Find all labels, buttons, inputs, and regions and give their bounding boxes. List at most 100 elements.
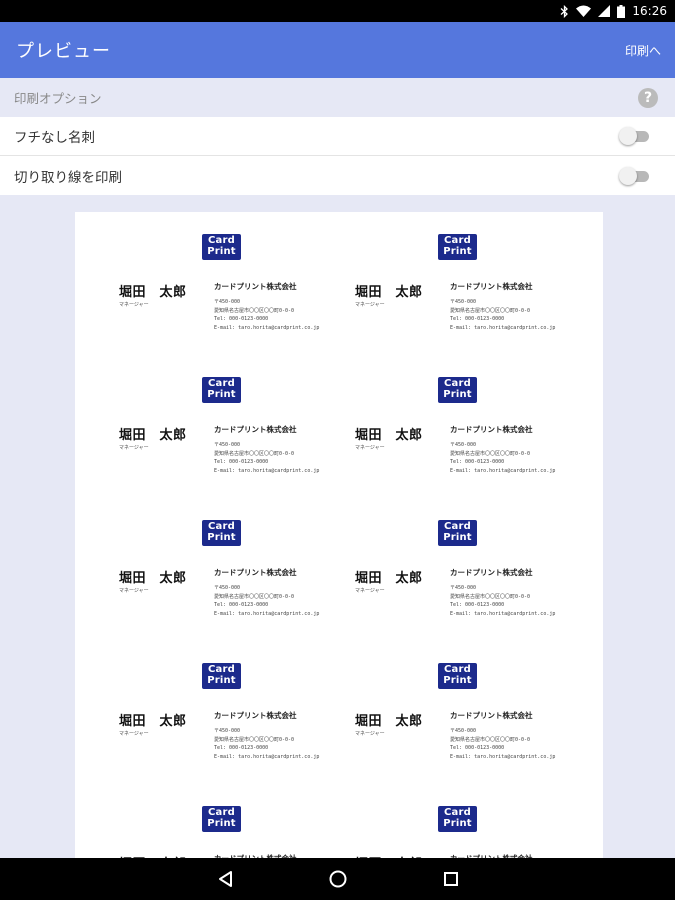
- print-paper-preview: Card Print 堀田 太郎 マネージャー カードプリント株式会社 〒450…: [75, 212, 603, 858]
- logo-text-line2: Print: [443, 246, 472, 257]
- logo-text-line1: Card: [208, 378, 235, 389]
- option-row-cut-lines[interactable]: 切り取り線を印刷: [0, 156, 675, 195]
- card-company-name: カードプリント株式会社: [214, 568, 297, 577]
- card-person-title: マネージャー: [355, 302, 385, 308]
- option-label-borderless: フチなし名刺: [14, 130, 95, 146]
- card-postal-code: 〒450-000: [214, 585, 241, 591]
- card-person-name: 堀田 太郎: [355, 428, 423, 443]
- card-tel: Tel: 000-0123-0000: [214, 602, 269, 608]
- option-label-cut-lines: 切り取り線を印刷: [14, 169, 122, 186]
- print-options-label: 印刷オプション: [14, 91, 102, 106]
- logo-text-line1: Card: [208, 807, 235, 818]
- card-email: E-mail: taro.horita@cardprint.co.jp: [450, 611, 556, 617]
- card-email: E-mail: taro.horita@cardprint.co.jp: [214, 611, 320, 617]
- card-person-title: マネージャー: [355, 445, 385, 451]
- card-postal-code: 〒450-000: [450, 442, 477, 448]
- toggle-thumb: [619, 127, 637, 145]
- bluetooth-icon: [560, 4, 569, 18]
- card-person-title: マネージャー: [355, 588, 385, 594]
- card-person-name: 堀田 太郎: [355, 285, 423, 300]
- card-address: 愛知県名古屋市〇〇区〇〇町0-0-0: [214, 594, 295, 600]
- navigation-bar: [0, 858, 675, 900]
- status-time: 16:26: [632, 4, 667, 18]
- card-person-title: マネージャー: [355, 731, 385, 737]
- card-print-logo: Card Print: [438, 806, 477, 832]
- card-company-name: カードプリント株式会社: [214, 282, 297, 291]
- card-tel: Tel: 000-0123-0000: [214, 745, 269, 751]
- option-row-borderless[interactable]: フチなし名刺: [0, 117, 675, 156]
- card-print-logo: Card Print: [202, 806, 241, 832]
- card-company-name: カードプリント株式会社: [214, 425, 297, 434]
- business-card: Card Print 堀田 太郎 マネージャー カードプリント株式会社 〒450…: [311, 231, 555, 366]
- logo-text-line1: Card: [444, 235, 471, 246]
- status-bar: 16:26: [0, 0, 675, 22]
- card-postal-code: 〒450-000: [214, 299, 241, 305]
- help-icon[interactable]: ?: [638, 87, 658, 108]
- card-print-logo: Card Print: [202, 377, 241, 403]
- logo-text-line2: Print: [207, 818, 236, 829]
- card-address: 愛知県名古屋市〇〇区〇〇町0-0-0: [450, 451, 531, 457]
- business-card: Card Print 堀田 太郎 マネージャー カードプリント株式会社 〒450…: [311, 374, 555, 509]
- card-address: 愛知県名古屋市〇〇区〇〇町0-0-0: [214, 737, 295, 743]
- business-card: Card Print 堀田 太郎 マネージャー カードプリント株式会社 〒450…: [311, 660, 555, 795]
- card-person-title: マネージャー: [119, 588, 149, 594]
- logo-text-line1: Card: [444, 807, 471, 818]
- card-person-name: 堀田 太郎: [355, 714, 423, 729]
- card-tel: Tel: 000-0123-0000: [214, 459, 269, 465]
- card-print-logo: Card Print: [438, 663, 477, 689]
- print-options-header: 印刷オプション ?: [0, 78, 675, 117]
- card-tel: Tel: 000-0123-0000: [450, 602, 505, 608]
- card-address: 愛知県名古屋市〇〇区〇〇町0-0-0: [450, 737, 531, 743]
- logo-text-line1: Card: [208, 521, 235, 532]
- cut-lines-toggle[interactable]: [619, 166, 649, 186]
- card-company-name: カードプリント株式会社: [450, 282, 533, 291]
- card-print-logo: Card Print: [438, 377, 477, 403]
- business-card: Card Print 堀田 太郎 マネージャー カードプリント株式会社 〒450…: [311, 517, 555, 652]
- card-postal-code: 〒450-000: [214, 442, 241, 448]
- logo-text-line2: Print: [207, 532, 236, 543]
- card-email: E-mail: taro.horita@cardprint.co.jp: [450, 468, 556, 474]
- card-company-name: カードプリント株式会社: [450, 425, 533, 434]
- recents-icon[interactable]: [443, 871, 459, 887]
- card-print-logo: Card Print: [202, 234, 241, 260]
- logo-text-line2: Print: [443, 389, 472, 400]
- logo-text-line1: Card: [208, 664, 235, 675]
- toggle-thumb: [619, 166, 637, 185]
- card-tel: Tel: 000-0123-0000: [450, 459, 505, 465]
- business-card: Card Print 堀田 太郎 マネージャー カードプリント株式会社 〒450…: [75, 660, 319, 795]
- home-icon[interactable]: [328, 869, 348, 889]
- card-person-name: 堀田 太郎: [119, 428, 187, 443]
- card-email: E-mail: taro.horita@cardprint.co.jp: [450, 754, 556, 760]
- back-icon[interactable]: [217, 870, 233, 888]
- logo-text-line2: Print: [443, 532, 472, 543]
- logo-text-line1: Card: [444, 664, 471, 675]
- business-card: Card Print 堀田 太郎 マネージャー カードプリント株式会社 〒450…: [75, 374, 319, 509]
- logo-text-line2: Print: [207, 246, 236, 257]
- card-email: E-mail: taro.horita@cardprint.co.jp: [450, 325, 556, 331]
- card-person-name: 堀田 太郎: [119, 714, 187, 729]
- logo-text-line2: Print: [443, 675, 472, 686]
- logo-text-line1: Card: [208, 235, 235, 246]
- card-postal-code: 〒450-000: [214, 728, 241, 734]
- card-postal-code: 〒450-000: [450, 585, 477, 591]
- card-address: 愛知県名古屋市〇〇区〇〇町0-0-0: [214, 308, 295, 314]
- card-print-logo: Card Print: [438, 234, 477, 260]
- app-bar: プレビュー 印刷へ: [0, 22, 675, 78]
- card-tel: Tel: 000-0123-0000: [450, 745, 505, 751]
- logo-text-line1: Card: [444, 378, 471, 389]
- card-person-title: マネージャー: [119, 731, 149, 737]
- card-company-name: カードプリント株式会社: [450, 568, 533, 577]
- go-to-print-button[interactable]: 印刷へ: [625, 42, 661, 59]
- borderless-toggle[interactable]: [619, 126, 649, 146]
- card-tel: Tel: 000-0123-0000: [214, 316, 269, 322]
- preview-area[interactable]: Card Print 堀田 太郎 マネージャー カードプリント株式会社 〒450…: [0, 195, 675, 858]
- business-card: Card Print 堀田 太郎 マネージャー カードプリント株式会社 〒450…: [75, 231, 319, 366]
- card-postal-code: 〒450-000: [450, 299, 477, 305]
- card-address: 愛知県名古屋市〇〇区〇〇町0-0-0: [450, 308, 531, 314]
- card-person-name: 堀田 太郎: [355, 571, 423, 586]
- card-print-logo: Card Print: [438, 520, 477, 546]
- card-company-name: カードプリント株式会社: [214, 711, 297, 720]
- card-tel: Tel: 000-0123-0000: [450, 316, 505, 322]
- battery-icon: [617, 4, 626, 18]
- signal-icon: [598, 5, 611, 17]
